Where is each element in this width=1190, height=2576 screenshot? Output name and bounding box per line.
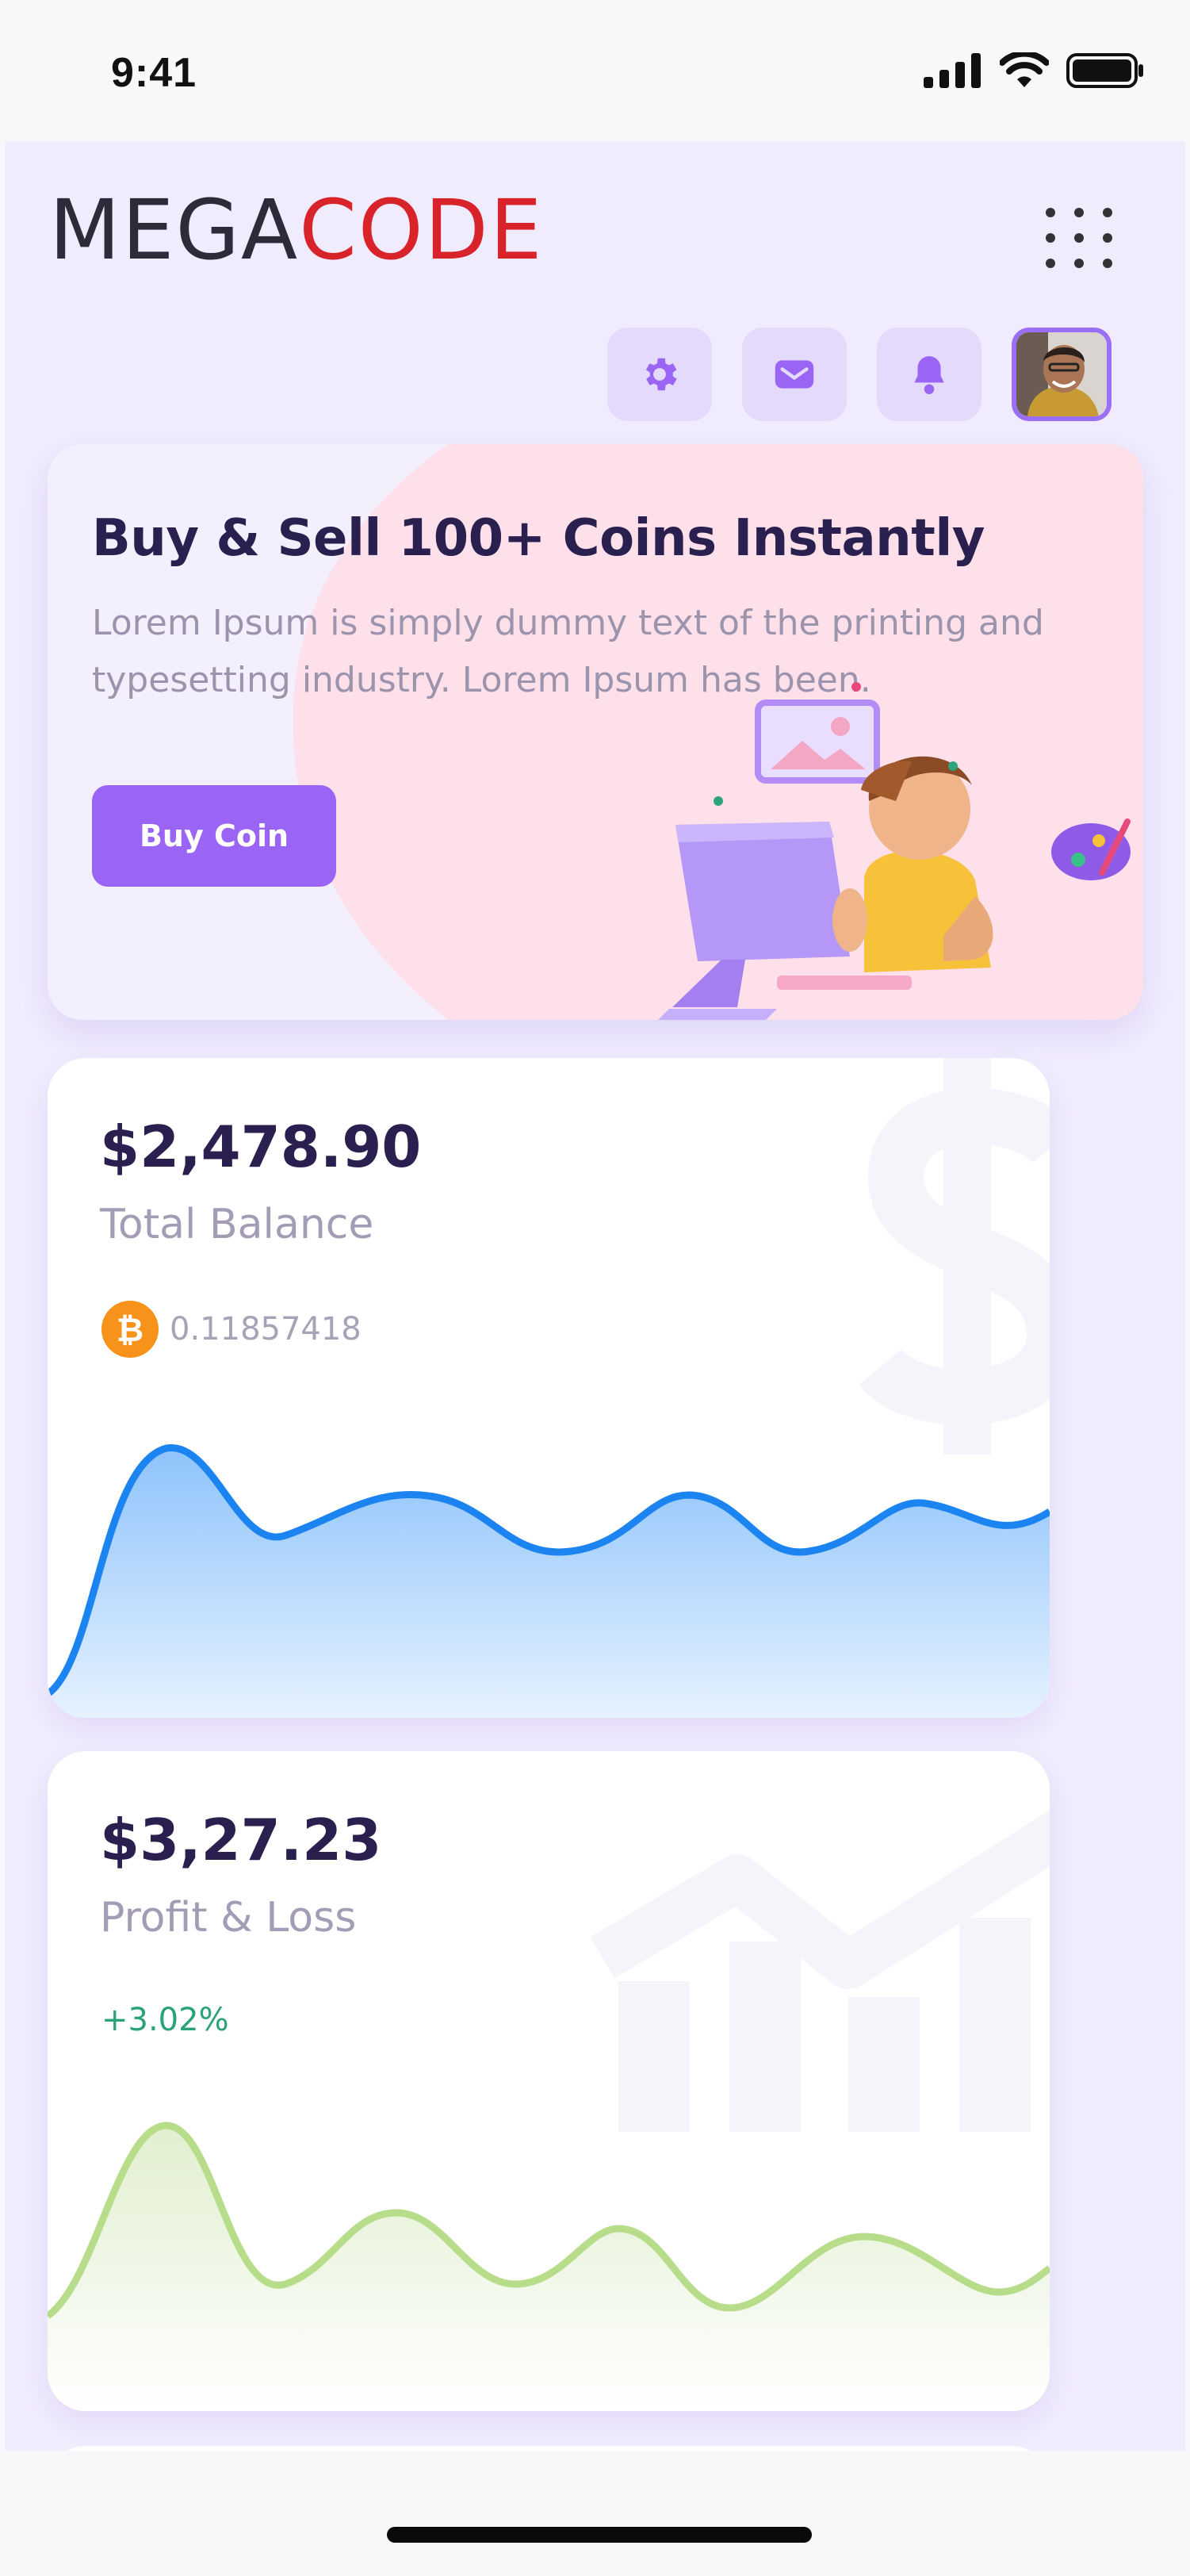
btc-amount: 0.11857418 xyxy=(170,1311,362,1347)
buy-coin-button[interactable]: Buy Coin xyxy=(92,785,336,887)
wifi-icon xyxy=(1000,52,1049,87)
logo-mega: MEGA xyxy=(49,182,300,278)
btc-holding: ₿ 0.11857418 xyxy=(101,1301,362,1358)
settings-button[interactable] xyxy=(607,328,712,421)
status-icons xyxy=(924,52,1144,89)
dollar-watermark-icon xyxy=(859,1058,1050,1455)
signal-icon xyxy=(924,53,981,88)
home-indicator[interactable] xyxy=(387,2527,812,2543)
avatar[interactable] xyxy=(1012,328,1112,421)
logo-code: CODE xyxy=(299,182,544,278)
status-bar: 9:41 xyxy=(0,0,1190,141)
messages-button[interactable] xyxy=(742,328,847,421)
battery-icon xyxy=(1066,53,1143,88)
gear-icon xyxy=(645,358,677,391)
next-card-peek xyxy=(48,2446,1050,2451)
header-actions xyxy=(607,328,1112,421)
brand-logo[interactable]: MEGA CODE xyxy=(49,182,544,278)
profit-sparkline xyxy=(48,2122,1050,2411)
notifications-button[interactable] xyxy=(877,328,981,421)
profit-label: Profit & Loss xyxy=(100,1894,357,1942)
total-balance-card[interactable]: $2,478.90 Total Balance ₿ 0.11857418 xyxy=(48,1058,1050,1718)
balance-area xyxy=(48,1447,1050,1718)
user-avatar-image xyxy=(1016,332,1107,416)
status-time: 9:41 xyxy=(111,50,197,96)
balance-label: Total Balance xyxy=(100,1201,374,1248)
profit-area xyxy=(48,2126,1050,2411)
balance-sparkline xyxy=(48,1444,1050,1718)
promo-banner: Buy & Sell 100+ Coins Instantly Lorem Ip… xyxy=(48,444,1143,1020)
trader-illustration xyxy=(658,682,1131,1020)
profit-change: +3.02% xyxy=(101,2002,229,2038)
image-frame-icon xyxy=(755,700,880,784)
bell-icon xyxy=(914,356,944,394)
banner-title: Buy & Sell 100+ Coins Instantly xyxy=(92,509,985,568)
grid-menu-icon[interactable] xyxy=(1036,200,1122,276)
balance-amount: $2,478.90 xyxy=(100,1114,422,1180)
mail-icon xyxy=(775,360,814,389)
app-screen: MEGA CODE Buy & Sell 100+ Coins Instantl… xyxy=(5,141,1185,2451)
profit-loss-card[interactable]: $3,27.23 Profit & Loss +3.02% xyxy=(48,1751,1050,2411)
bitcoin-icon: ₿ xyxy=(101,1301,159,1358)
profit-amount: $3,27.23 xyxy=(100,1807,382,1873)
